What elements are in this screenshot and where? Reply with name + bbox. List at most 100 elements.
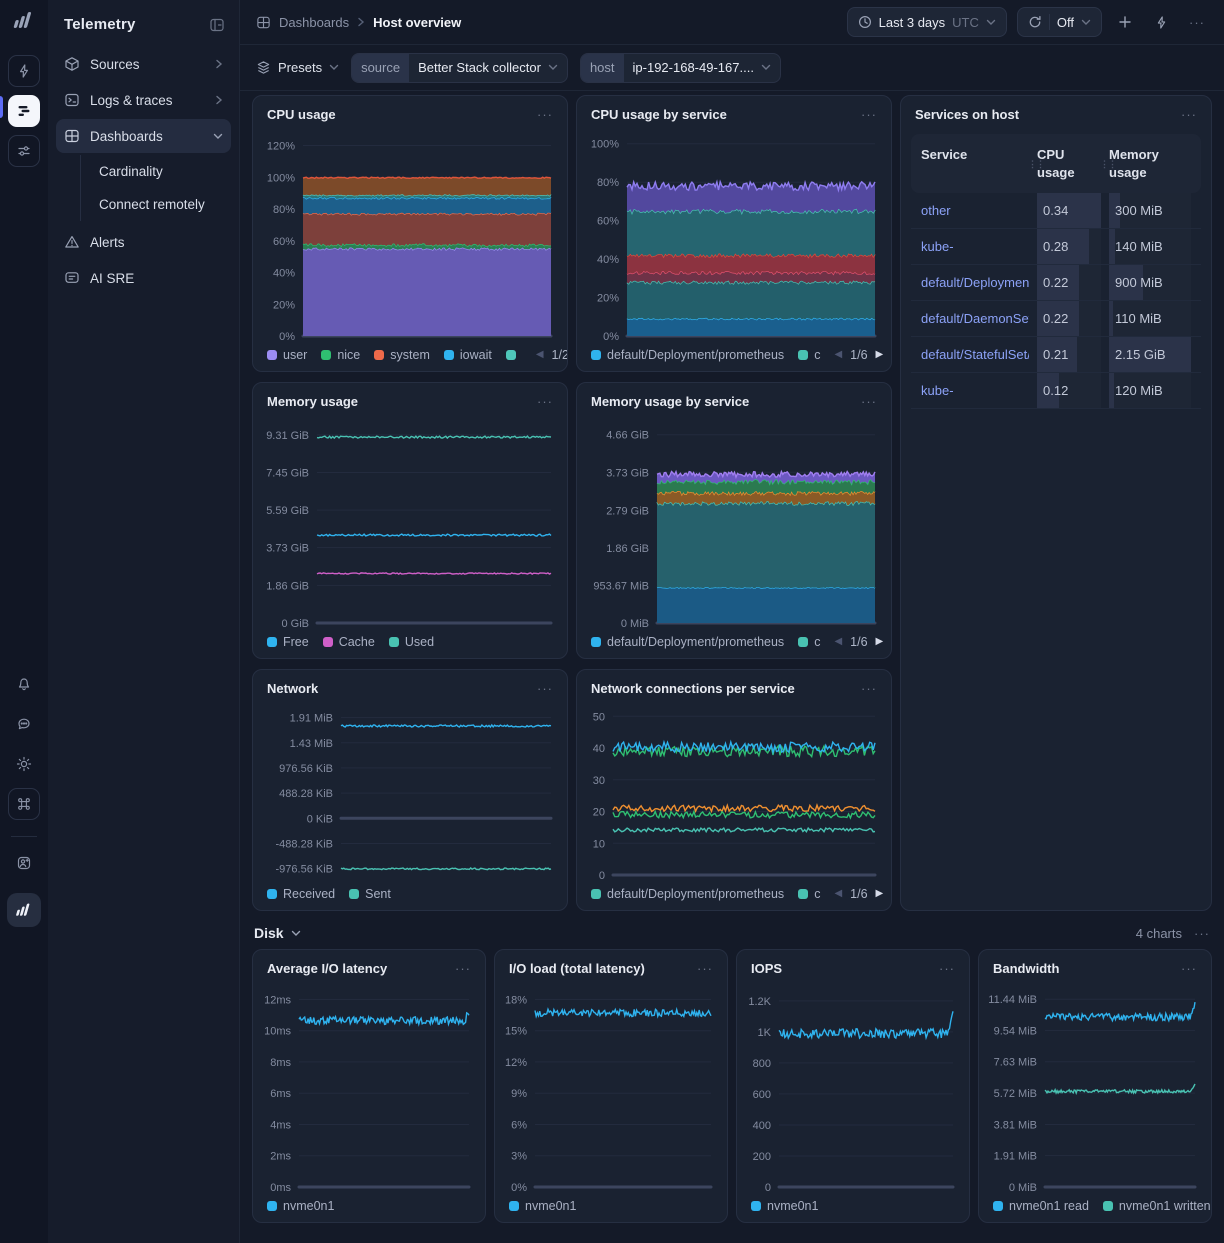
legend-item[interactable]: Received <box>267 887 335 901</box>
time-range-picker[interactable]: Last 3 days UTC <box>847 7 1007 37</box>
memory-usage-chart: 0 GiB1.86 GiB3.73 GiB5.59 GiB7.45 GiB9.3… <box>257 413 559 631</box>
uptime-app-button[interactable] <box>8 55 40 87</box>
svg-text:1.86 GiB: 1.86 GiB <box>606 543 649 555</box>
pager-prev-button[interactable]: ◀ <box>834 888 842 899</box>
legend-item[interactable]: default/Deployment/prometheus <box>591 348 784 362</box>
card-menu-button[interactable]: ··· <box>537 681 553 696</box>
legend-item[interactable]: nvme0n1 <box>509 1199 576 1213</box>
column-header-service[interactable]: Service <box>921 146 1029 181</box>
legend-item[interactable]: system <box>374 348 430 362</box>
legend-label: nvme0n1 read <box>1009 1199 1089 1213</box>
legend-item[interactable]: nvme0n1 <box>267 1199 334 1213</box>
pager-prev-button[interactable]: ◀ <box>536 349 544 360</box>
legend-item[interactable]: default/Deployment/prometheus <box>591 887 784 901</box>
card-menu-button[interactable]: ··· <box>537 107 553 122</box>
pager-prev-button[interactable]: ◀ <box>834 349 842 360</box>
legend-item[interactable]: nvme0n1 <box>751 1199 818 1213</box>
card-menu-button[interactable]: ··· <box>861 681 877 696</box>
card-menu-button[interactable]: ··· <box>861 394 877 409</box>
svg-text:3.73 GiB: 3.73 GiB <box>266 543 309 555</box>
legend-item[interactable]: Free <box>267 635 309 649</box>
legend-label: Used <box>405 635 434 649</box>
card-menu-button[interactable]: ··· <box>861 107 877 122</box>
legend-label: Sent <box>365 887 391 901</box>
notifications-button[interactable] <box>8 668 40 700</box>
legend-item[interactable]: nvme0n1 read <box>993 1199 1089 1213</box>
sidebar-item-alerts[interactable]: Alerts <box>56 225 231 259</box>
more-menu-button[interactable]: ··· <box>1184 9 1210 35</box>
chart-title: Average I/O latency <box>267 961 387 976</box>
sidebar-item-ai-sre[interactable]: AI SRE <box>56 261 231 295</box>
collapse-sidebar-icon[interactable] <box>209 17 225 33</box>
legend-item[interactable]: iowait <box>444 348 492 362</box>
sidebar-item-logs-traces[interactable]: Logs & traces <box>56 83 231 117</box>
legend-item[interactable]: Sent <box>349 887 391 901</box>
service-link[interactable]: default/StatefulSet/opensea <box>921 347 1029 362</box>
table-row: kube- 0.28 140 MiB <box>911 229 1201 265</box>
pager-next-button[interactable]: ▶ <box>876 636 884 647</box>
column-resize-handle[interactable]: ⋮⋮ <box>1028 157 1044 169</box>
svg-text:5.72 MiB: 5.72 MiB <box>994 1088 1037 1100</box>
column-header-memory[interactable]: ⋮⋮Memory usage <box>1109 146 1191 181</box>
service-link[interactable]: default/Deployment/promet <box>921 275 1029 290</box>
chart-title: Memory usage by service <box>591 394 749 409</box>
legend-item[interactable]: c <box>798 887 820 901</box>
active-rail-indicator <box>0 96 3 118</box>
legend-item[interactable]: c <box>798 348 820 362</box>
theme-toggle-button[interactable] <box>8 748 40 780</box>
service-link[interactable]: kube- <box>921 239 1029 254</box>
pager-prev-button[interactable]: ◀ <box>834 636 842 647</box>
svg-text:11.44 MiB: 11.44 MiB <box>988 994 1037 1006</box>
legend-item[interactable]: user <box>267 348 307 362</box>
pager-next-button[interactable]: ▶ <box>876 888 884 899</box>
legend-item[interactable] <box>506 350 522 360</box>
sidebar-item-connect-remotely[interactable]: Connect remotely <box>85 188 231 221</box>
svg-text:80%: 80% <box>597 177 619 189</box>
layers-icon <box>256 60 271 75</box>
legend-item[interactable]: Cache <box>323 635 375 649</box>
presets-dropdown[interactable]: Presets <box>256 60 339 75</box>
pager-next-button[interactable]: ▶ <box>876 349 884 360</box>
auto-refresh-control[interactable]: Off <box>1017 7 1102 37</box>
legend-item[interactable]: Used <box>389 635 434 649</box>
legend-item[interactable]: c <box>798 635 820 649</box>
service-link[interactable]: kube- <box>921 383 1029 398</box>
feedback-button[interactable] <box>8 708 40 740</box>
column-resize-handle[interactable]: ⋮⋮ <box>1100 157 1116 169</box>
svg-text:3%: 3% <box>511 1151 527 1163</box>
legend-item[interactable]: nice <box>321 348 360 362</box>
legend-item[interactable]: nvme0n1 written <box>1103 1199 1211 1213</box>
card-menu-button[interactable]: ··· <box>939 961 955 976</box>
invite-user-button[interactable] <box>8 847 40 879</box>
sidebar-item-sources[interactable]: Sources <box>56 47 231 81</box>
legend-item[interactable]: default/Deployment/prometheus <box>591 635 784 649</box>
chevron-down-icon <box>548 64 558 71</box>
command-palette-button[interactable] <box>8 788 40 820</box>
disk-section-toggle[interactable]: Disk <box>254 925 301 941</box>
cpu-usage-cell: 0.21 <box>1037 337 1101 372</box>
host-filter[interactable]: host ip-192-168-49-167.... <box>580 53 781 83</box>
telemetry-app-button[interactable] <box>8 95 40 127</box>
sidebar-item-cardinality[interactable]: Cardinality <box>85 155 231 188</box>
source-filter[interactable]: source Better Stack collector <box>351 53 568 83</box>
sidebar-item-dashboards[interactable]: Dashboards <box>56 119 231 153</box>
chart-legend: default/Deployment/prometheusc◀1/6▶ <box>577 344 891 371</box>
column-header-cpu[interactable]: ⋮⋮CPU usage <box>1037 146 1101 181</box>
bandwidth-chart: 0 MiB1.91 MiB3.81 MiB5.72 MiB7.63 MiB9.5… <box>983 980 1203 1195</box>
service-link[interactable]: other <box>921 203 1029 218</box>
add-chart-button[interactable] <box>1112 9 1138 35</box>
chevron-down-icon <box>761 64 771 71</box>
card-menu-button[interactable]: ··· <box>537 394 553 409</box>
svg-text:100%: 100% <box>267 172 295 184</box>
workspace-avatar[interactable] <box>7 893 41 927</box>
breadcrumb-section[interactable]: Dashboards <box>279 15 349 30</box>
integrations-app-button[interactable] <box>8 135 40 167</box>
card-menu-button[interactable]: ··· <box>1181 961 1197 976</box>
service-link[interactable]: default/DaemonSet/better- <box>921 311 1029 326</box>
card-menu-button[interactable]: ··· <box>1181 107 1197 122</box>
card-menu-button[interactable]: ··· <box>697 961 713 976</box>
disk-section-menu-button[interactable]: ··· <box>1194 926 1210 941</box>
card-menu-button[interactable]: ··· <box>455 961 471 976</box>
quick-actions-button[interactable] <box>1148 9 1174 35</box>
pager-page-indicator: 1/6 <box>850 635 867 649</box>
